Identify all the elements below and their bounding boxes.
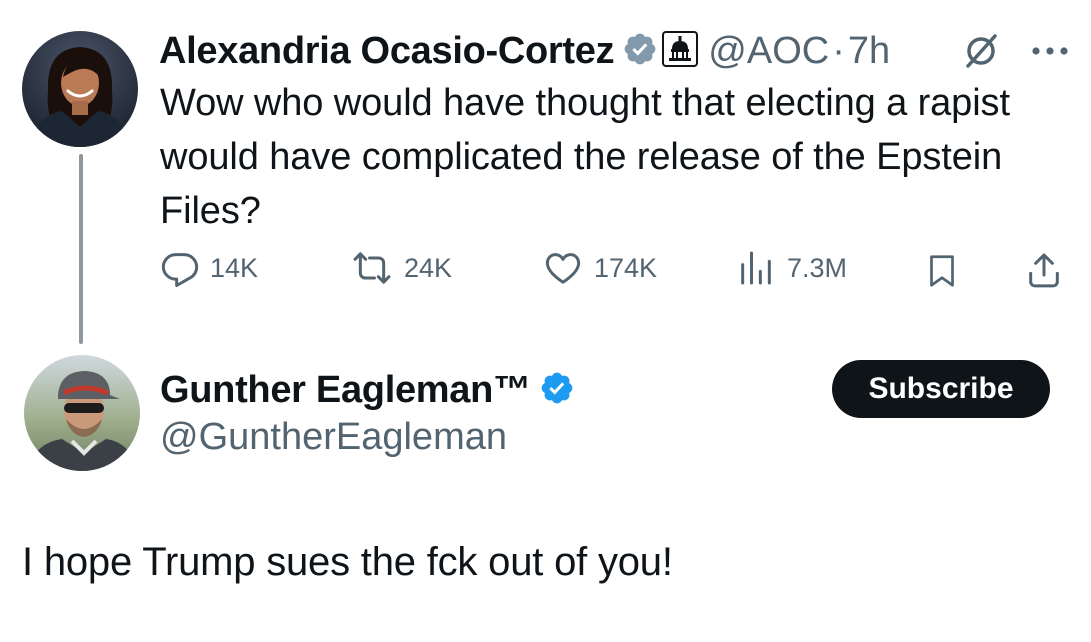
- repost-count: 24K: [404, 252, 453, 283]
- separator: ·: [832, 29, 845, 72]
- like-count: 174K: [594, 252, 658, 283]
- like-action[interactable]: 174K: [542, 248, 657, 288]
- author-handle[interactable]: @AOC: [708, 30, 829, 73]
- verified-gray-badge-icon: [622, 31, 658, 72]
- views-icon: [741, 251, 771, 285]
- grok-icon[interactable]: [960, 30, 1002, 77]
- subscribe-button[interactable]: Subscribe: [832, 360, 1050, 418]
- reply-author-header: Gunther Eagleman™: [160, 365, 575, 415]
- verified-blue-badge-icon: [539, 370, 575, 411]
- tweet-text: Wow who would have thought that electing…: [160, 82, 1010, 232]
- reply-count: 14K: [210, 252, 259, 283]
- aoc-avatar-image: [22, 31, 138, 147]
- heart-icon: [545, 253, 581, 284]
- reply-author-handle[interactable]: @GuntherEagleman: [160, 416, 507, 459]
- reply-text: I hope Trump sues the fck out of you!: [22, 540, 673, 584]
- views-count: 7.3M: [787, 252, 848, 283]
- author-name[interactable]: Alexandria Ocasio-Cortez: [159, 30, 615, 73]
- aoc-avatar[interactable]: [22, 31, 138, 147]
- repost-icon: [353, 252, 391, 284]
- capitol-affiliation-icon[interactable]: [662, 30, 699, 72]
- views-action[interactable]: 7.3M: [735, 248, 847, 288]
- bookmark-icon[interactable]: [924, 251, 960, 296]
- main-tweet-header: Alexandria Ocasio-Cortez @AOC · 7h: [159, 26, 890, 76]
- more-options-icon[interactable]: [1028, 30, 1072, 77]
- tweet-time[interactable]: 7h: [848, 30, 890, 73]
- repost-action[interactable]: 24K: [350, 248, 452, 288]
- thread-line: [79, 154, 83, 344]
- gunther-avatar-image: [24, 355, 140, 471]
- reply-icon: [161, 253, 199, 287]
- reply-author-name[interactable]: Gunther Eagleman™: [160, 369, 531, 412]
- gunther-avatar[interactable]: [24, 355, 140, 471]
- reply-action[interactable]: 14K: [160, 248, 258, 288]
- share-icon[interactable]: [1024, 250, 1064, 295]
